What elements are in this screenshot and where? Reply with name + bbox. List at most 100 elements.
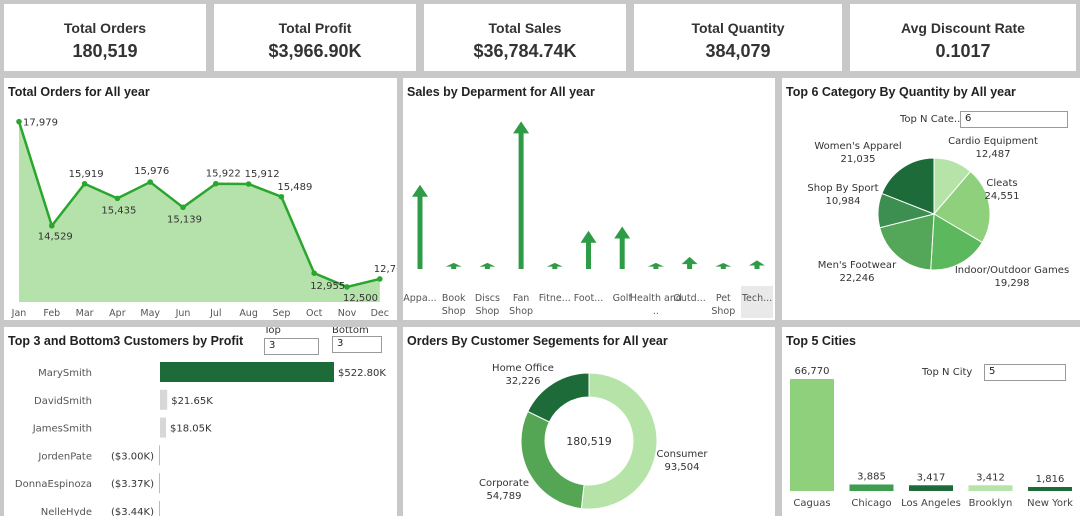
tick-label: Nov — [338, 308, 357, 319]
data-point — [344, 284, 350, 290]
slice-category-label: Indoor/Outdoor Games — [955, 265, 1069, 276]
data-point — [311, 270, 318, 276]
data-point — [377, 276, 383, 282]
data-point — [16, 118, 22, 125]
customer-label: MarySmith — [38, 368, 92, 379]
kpi-title: Avg Discount Rate — [901, 20, 1025, 36]
kpi-value: $3,966.90K — [268, 41, 362, 61]
data-label: 12,955 — [310, 281, 345, 292]
customer-value-label: $522.80K — [338, 368, 386, 379]
tick-label: Jun — [175, 308, 191, 319]
department-bar — [479, 262, 496, 269]
department-bar — [412, 184, 428, 269]
department-bar — [715, 263, 732, 269]
data-label: 15,976 — [134, 166, 169, 177]
data-label: 15,919 — [69, 169, 104, 180]
city-label: New York — [1027, 498, 1073, 509]
customer-value-label: ($3.00K) — [111, 451, 154, 462]
slice-value-label: 10,984 — [826, 196, 861, 207]
tick-label: Pet — [716, 293, 731, 304]
customer-label: JordenPate — [37, 451, 92, 462]
kpi-title: Total Sales — [488, 20, 562, 36]
segment-value-label: 93,504 — [665, 462, 700, 473]
department-bar — [614, 226, 631, 269]
orders-by-month-panel: Total Orders for All year 17,979 Jan 14,52… — [4, 78, 397, 320]
data-label: 15,922 — [206, 169, 241, 180]
city-label: Caguas — [793, 498, 830, 509]
department-bar — [546, 262, 563, 269]
data-point — [180, 204, 186, 211]
department-bar — [445, 262, 462, 269]
customers-bar-chart[interactable]: MarySmith $522.80K DavidSmith $21.65K JamesS… — [4, 327, 397, 516]
tick-label: Apr — [109, 308, 126, 319]
donut-slice — [520, 410, 585, 510]
tick-label: Tech... — [741, 293, 772, 304]
customers-by-profit-panel: Top 3 and Bottom3 Customers by Profit To… — [4, 327, 397, 516]
data-label: 15,912 — [245, 169, 280, 180]
customer-label: JamesSmith — [32, 424, 92, 435]
kpi-total-quantity: Total Quantity 384,079 — [634, 4, 842, 71]
data-label: 15,489 — [277, 182, 312, 193]
kpi-value: 384,079 — [705, 41, 771, 61]
segments-donut-chart[interactable]: 180,519 Consumer 93,504 Corporate 54,789 Home… — [403, 327, 775, 516]
tick-label: Outd... — [673, 293, 705, 304]
city-bar — [1028, 487, 1072, 491]
city-value-label: 3,885 — [857, 471, 886, 482]
slice-value-label: 12,487 — [976, 149, 1011, 160]
kpi-title: Total Profit — [278, 20, 352, 36]
data-label: 12,764 — [374, 264, 397, 275]
tick-label: Jul — [209, 308, 221, 319]
customer-bar — [160, 389, 168, 410]
kpi-total-sales: Total Sales $36,784.74K — [424, 4, 626, 71]
top-cities-panel: Top 5 Cities Top N City 5 66,770 Caguas 3,… — [782, 327, 1080, 516]
customer-segments-panel: Orders By Customer Segements for All yea… — [403, 327, 775, 516]
category-pie-chart[interactable]: Cardio Equipment 12,487 Cleats 24,551 Indoor… — [782, 78, 1080, 320]
tick-label: Book — [442, 293, 466, 304]
department-bar — [749, 260, 765, 269]
department-bar-chart[interactable]: Appa... Book Shop Discs Shop Fan Shop Fitne... F… — [403, 78, 775, 320]
tick-label: Dec — [371, 308, 389, 319]
tick-label: Shop — [475, 306, 499, 317]
tick-label: May — [140, 308, 160, 319]
customer-value-label: ($3.37K) — [111, 479, 154, 490]
city-value-label: 3,417 — [917, 472, 946, 483]
city-bar — [790, 379, 834, 491]
kpi-avg-discount-rate: Avg Discount Rate 0.1017 — [850, 4, 1076, 71]
kpi-total-orders: Total Orders 180,519 — [4, 4, 206, 71]
customer-value-label: ($3.44K) — [111, 507, 154, 516]
segment-value-label: 54,789 — [487, 491, 522, 502]
sales-by-department-panel: Sales by Deparment for All year Appa... B… — [403, 78, 775, 320]
slice-category-label: Cardio Equipment — [948, 136, 1038, 147]
data-point — [81, 180, 88, 187]
kpi-value: 180,519 — [72, 41, 138, 61]
customer-label: DavidSmith — [34, 396, 92, 407]
data-label: 15,139 — [167, 214, 202, 225]
orders-area-chart[interactable]: 17,979 Jan 14,529 Feb 15,919 Mar 15,435 Apr 15,9… — [4, 78, 397, 320]
department-bar — [681, 256, 698, 269]
customer-label: NelleHyde — [41, 507, 92, 516]
tick-label: Feb — [43, 308, 60, 319]
data-point — [114, 195, 121, 202]
customer-value-label: $21.65K — [171, 396, 213, 407]
tick-label: Fan — [513, 293, 529, 304]
cities-bar-chart[interactable]: 66,770 Caguas 3,885 Chicago 3,417 Los Angeles… — [782, 327, 1080, 516]
city-value-label: 3,412 — [976, 472, 1005, 483]
top-category-panel: Top 6 Category By Quantity by All year T… — [782, 78, 1080, 320]
city-bar — [968, 485, 1013, 491]
tick-label: Shop — [711, 306, 735, 317]
data-point — [213, 180, 219, 187]
kpi-title: Total Orders — [63, 20, 147, 36]
slice-category-label: Cleats — [986, 178, 1017, 189]
data-point — [278, 193, 285, 200]
department-bar — [647, 262, 664, 269]
data-label: 14,529 — [38, 232, 73, 243]
tick-label: Fitne... — [539, 293, 571, 304]
segment-value-label: 32,226 — [506, 376, 541, 387]
tick-label: Appa... — [403, 293, 436, 304]
slice-category-label: Men's Footwear — [818, 260, 897, 271]
city-bar — [849, 484, 894, 491]
tick-label: Foot... — [574, 293, 604, 304]
city-label: Chicago — [851, 498, 891, 509]
department-bar — [513, 121, 530, 269]
slice-value-label: 19,298 — [995, 278, 1030, 289]
